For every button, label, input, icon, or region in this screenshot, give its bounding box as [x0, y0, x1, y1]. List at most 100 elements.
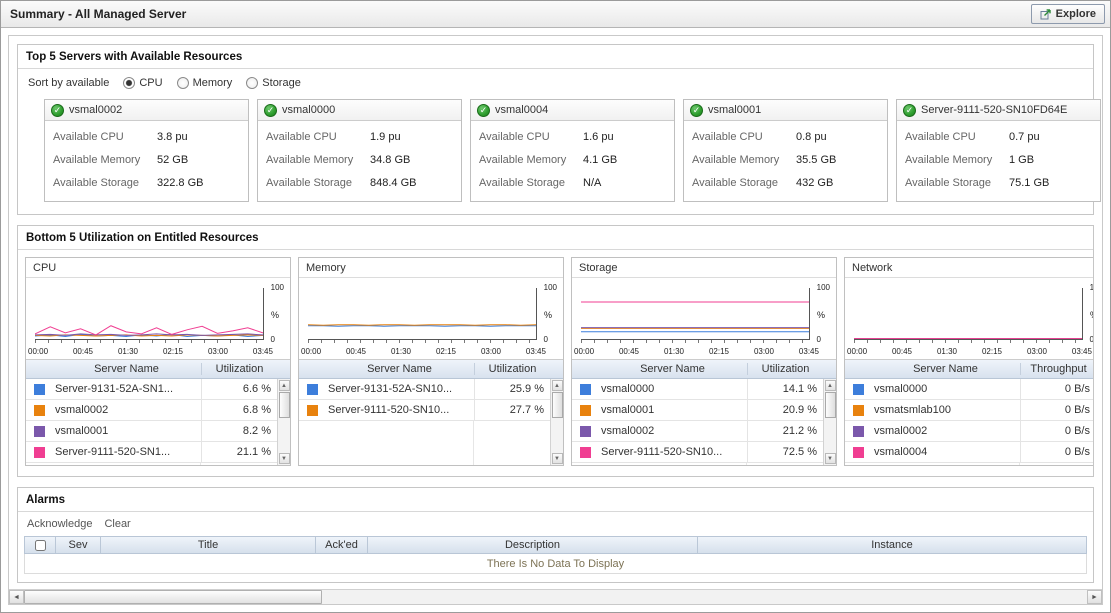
table-row[interactable]: vsmal00020 B/s — [845, 421, 1093, 442]
server-card-header[interactable]: ✓ Server-9111-520-SN10FD64E — [897, 100, 1100, 121]
scroll-down-button[interactable]: ▼ — [552, 453, 563, 464]
x-axis-tick-label: 03:00 — [754, 347, 774, 356]
server-name[interactable]: vsmal0002 — [69, 104, 122, 116]
server-cards-row: ✓ vsmal0002 Available CPU3.8 pu Availabl… — [26, 99, 1085, 202]
server-name[interactable]: vsmal0000 — [282, 104, 335, 116]
available-storage-label: Available Storage — [471, 177, 583, 189]
server-name[interactable]: vsmal0001 — [708, 104, 761, 116]
y-axis-min: 0 — [1090, 335, 1093, 344]
table-header: Server Name Utilization — [26, 360, 290, 379]
server-name[interactable]: vsmal0004 — [495, 104, 548, 116]
memory-panel-title: Memory — [299, 258, 563, 278]
series-color-swatch — [572, 447, 598, 458]
series-color-swatch — [572, 384, 598, 395]
table-row[interactable]: vsmal00000 B/s — [845, 379, 1093, 400]
server-name-column-header[interactable]: Server Name — [52, 363, 201, 375]
table-row[interactable]: vsmal000221.2 % — [572, 421, 823, 442]
scroll-thumb[interactable] — [279, 392, 290, 418]
scroll-right-button[interactable]: ► — [1087, 590, 1102, 604]
table-row[interactable]: vsmal00040 B/s — [845, 442, 1093, 463]
series-color-swatch — [845, 384, 871, 395]
column-header-title[interactable]: Title — [100, 537, 315, 553]
value-cell: 20.9 % — [747, 400, 823, 420]
table-scrollbar[interactable]: ▲ ▼ — [277, 379, 290, 465]
scroll-up-button[interactable]: ▲ — [552, 380, 563, 391]
column-header-acked[interactable]: Ack'ed — [315, 537, 367, 553]
server-name-column-header[interactable]: Server Name — [598, 363, 747, 375]
value-column-header[interactable]: Throughput — [1020, 363, 1093, 375]
horizontal-scrollbar[interactable]: ◄ ► — [9, 589, 1102, 604]
server-card-header[interactable]: ✓ vsmal0004 — [471, 100, 674, 121]
horizontal-scroll-thumb[interactable] — [24, 590, 322, 604]
table-row[interactable]: vsmatsmlab1000 B/s — [845, 400, 1093, 421]
x-axis-tick-label: 01:30 — [664, 347, 684, 356]
server-name[interactable]: Server-9111-520-SN10FD64E — [921, 104, 1067, 116]
storage-radio[interactable] — [246, 77, 258, 89]
select-all-checkbox[interactable] — [35, 540, 46, 551]
status-ok-icon: ✓ — [903, 104, 916, 117]
top5-panel-title: Top 5 Servers with Available Resources — [18, 45, 1093, 69]
table-scrollbar[interactable]: ▲ ▼ — [550, 379, 563, 465]
table-row[interactable]: vsmal000120.9 % — [572, 400, 823, 421]
acknowledge-button[interactable]: Acknowledge — [27, 518, 92, 530]
scroll-left-button[interactable]: ◄ — [9, 590, 24, 604]
table-body: vsmal000014.1 %vsmal000120.9 %vsmal00022… — [572, 379, 823, 465]
content-viewport: Top 5 Servers with Available Resources S… — [8, 35, 1103, 605]
scroll-thumb[interactable] — [552, 392, 563, 418]
clear-button[interactable]: Clear — [104, 518, 130, 530]
scroll-down-button[interactable]: ▼ — [279, 453, 290, 464]
table-row[interactable]: Server-9111-520-SN10...72.5 % — [572, 442, 823, 463]
available-memory-value: 52 GB — [157, 154, 188, 166]
server-card-header[interactable]: ✓ vsmal0002 — [45, 100, 248, 121]
column-header-description[interactable]: Description — [367, 537, 697, 553]
column-header-instance[interactable]: Instance — [697, 537, 1086, 553]
server-name-column-header[interactable]: Server Name — [325, 363, 474, 375]
server-card: ✓ vsmal0004 Available CPU1.6 pu Availabl… — [470, 99, 675, 202]
table-scrollbar[interactable]: ▲ ▼ — [823, 379, 836, 465]
server-card: ✓ vsmal0002 Available CPU3.8 pu Availabl… — [44, 99, 249, 202]
x-axis-tick-label: 01:30 — [118, 347, 138, 356]
series-color-swatch — [26, 426, 52, 437]
y-axis-unit: % — [817, 310, 825, 320]
scroll-down-button[interactable]: ▼ — [825, 453, 836, 464]
cpu-radio[interactable] — [123, 77, 135, 89]
horizontal-scroll-track[interactable] — [24, 590, 1087, 604]
scroll-thumb[interactable] — [825, 392, 836, 418]
column-header-sev[interactable]: Sev — [55, 537, 100, 553]
series-color-swatch — [26, 384, 52, 395]
server-name-cell: Server-9131-52A-SN1... — [52, 383, 201, 395]
scroll-up-button[interactable]: ▲ — [825, 380, 836, 391]
sort-option-memory[interactable]: Memory — [177, 77, 233, 89]
explore-button[interactable]: Explore — [1031, 4, 1105, 24]
sort-option-storage[interactable]: Storage — [246, 77, 301, 89]
server-card: ✓ Server-9111-520-SN10FD64E Available CP… — [896, 99, 1101, 202]
value-column-header[interactable]: Utilization — [747, 363, 823, 375]
y-axis-max: 100 — [1090, 283, 1093, 292]
scroll-up-button[interactable]: ▲ — [279, 380, 290, 391]
sort-option-cpu[interactable]: CPU — [123, 77, 162, 89]
available-storage-label: Available Storage — [45, 177, 157, 189]
table-row[interactable]: Server-9111-520-SN1...21.1 % — [26, 442, 277, 463]
value-column-header[interactable]: Utilization — [474, 363, 550, 375]
memory-radio[interactable] — [177, 77, 189, 89]
alarms-table: Sev Title Ack'ed Description Instance Th… — [24, 536, 1087, 574]
server-card-header[interactable]: ✓ vsmal0000 — [258, 100, 461, 121]
table-row[interactable]: vsmal000014.1 % — [572, 379, 823, 400]
server-card-header[interactable]: ✓ vsmal0001 — [684, 100, 887, 121]
table-row[interactable]: vsmal00018.2 % — [26, 421, 277, 442]
x-axis-ticks — [581, 340, 810, 343]
table-row[interactable]: Server-9131-52A-SN10...25.9 % — [299, 379, 550, 400]
server-card-body: Available CPU3.8 pu Available Memory52 G… — [45, 121, 248, 201]
table-row[interactable]: Server-9131-52A-SN1...6.6 % — [26, 379, 277, 400]
chart-plot — [308, 288, 537, 340]
table-body-wrap: vsmal000014.1 %vsmal000120.9 %vsmal00022… — [572, 379, 836, 465]
table-row[interactable]: Server-9111-520-SN10...27.7 % — [299, 400, 550, 421]
available-storage-value: 432 GB — [796, 177, 833, 189]
alarms-table-header: Sev Title Ack'ed Description Instance — [24, 536, 1087, 554]
value-column-header[interactable]: Utilization — [201, 363, 277, 375]
table-row[interactable]: vsmal00026.8 % — [26, 400, 277, 421]
network-chart: 00:0000:4501:3002:1503:0003:45 100 % 0 — [854, 286, 1083, 356]
top5-servers-panel: Top 5 Servers with Available Resources S… — [17, 44, 1094, 215]
server-name-column-header[interactable]: Server Name — [871, 363, 1020, 375]
server-name-cell: vsmal0002 — [871, 425, 1020, 437]
